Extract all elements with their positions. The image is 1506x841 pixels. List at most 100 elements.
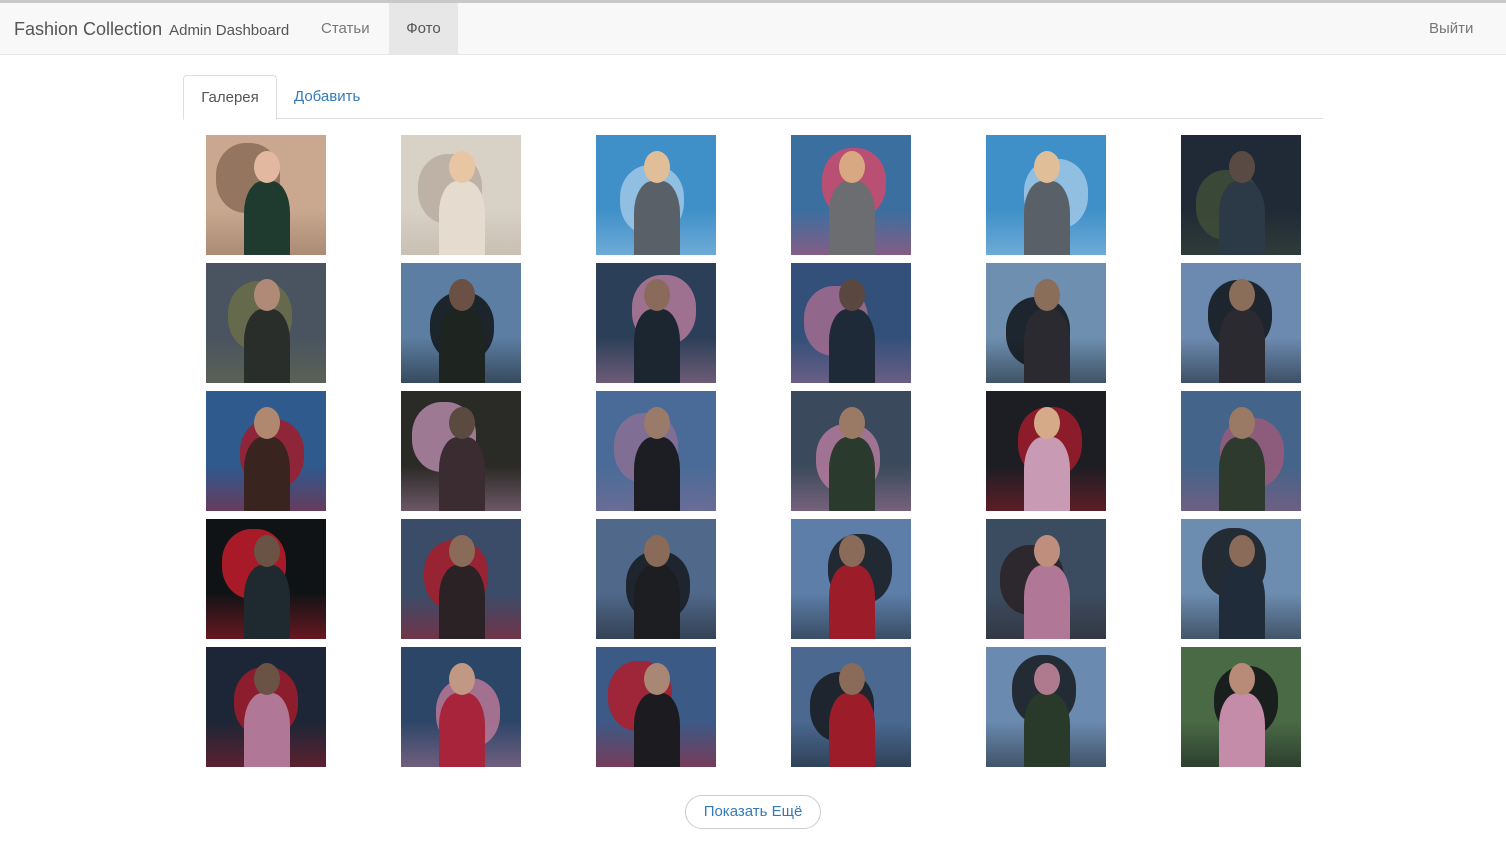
photo-figure-body — [244, 565, 290, 639]
photo-figure-body — [439, 437, 485, 511]
photo-figure-head — [254, 663, 280, 695]
photo-figure-body — [1219, 565, 1265, 639]
gallery-photo[interactable] — [401, 519, 521, 639]
photo-figure-head — [644, 663, 670, 695]
photo-figure-body — [439, 565, 485, 639]
photo-figure-body — [1024, 437, 1070, 511]
photo-figure-body — [439, 309, 485, 383]
photo-figure-head — [839, 663, 865, 695]
gallery-photo[interactable] — [1181, 391, 1301, 511]
gallery-photo[interactable] — [791, 647, 911, 767]
gallery-photo[interactable] — [206, 391, 326, 511]
photo-figure-head — [1229, 663, 1255, 695]
gallery-photo[interactable] — [986, 135, 1106, 255]
gallery-photo[interactable] — [596, 135, 716, 255]
gallery-photo[interactable] — [401, 135, 521, 255]
gallery-photo[interactable] — [596, 391, 716, 511]
photo-figure-body — [829, 693, 875, 767]
photo-figure-head — [1229, 407, 1255, 439]
photo-figure-body — [634, 309, 680, 383]
photo-figure-head — [449, 279, 475, 311]
gallery-photo[interactable] — [401, 263, 521, 383]
gallery-tabs: Галерея Добавить — [183, 75, 1323, 120]
nav-item-articles[interactable]: Статьи — [306, 3, 385, 55]
photo-figure-head — [839, 279, 865, 311]
photo-figure-head — [254, 279, 280, 311]
gallery-photo[interactable] — [401, 391, 521, 511]
photo-figure-body — [439, 181, 485, 255]
logout-link[interactable]: Выйти — [1414, 3, 1488, 55]
photo-figure-body — [1024, 181, 1070, 255]
photo-figure-body — [1024, 565, 1070, 639]
photo-figure-head — [254, 407, 280, 439]
gallery-photo[interactable] — [206, 519, 326, 639]
photo-figure-body — [634, 565, 680, 639]
photo-figure-body — [1024, 309, 1070, 383]
photo-figure-head — [254, 535, 280, 567]
gallery-photo[interactable] — [1181, 263, 1301, 383]
photo-figure-body — [1219, 693, 1265, 767]
gallery-photo[interactable] — [596, 647, 716, 767]
brand-subtitle: Admin Dashboard — [169, 22, 290, 39]
brand[interactable]: Fashion Collection Admin Dashboard — [14, 3, 289, 55]
photo-figure-head — [449, 663, 475, 695]
photo-figure-body — [634, 693, 680, 767]
gallery-photo[interactable] — [596, 263, 716, 383]
tab-add[interactable]: Добавить — [279, 75, 375, 119]
photo-figure-head — [449, 407, 475, 439]
photo-figure-body — [634, 181, 680, 255]
gallery-photo[interactable] — [206, 647, 326, 767]
photo-figure-body — [1219, 437, 1265, 511]
photo-gallery — [0, 0, 1506, 841]
gallery-photo[interactable] — [596, 519, 716, 639]
photo-figure-head — [1034, 535, 1060, 567]
gallery-photo[interactable] — [206, 263, 326, 383]
photo-figure-head — [1034, 663, 1060, 695]
tab-gallery[interactable]: Галерея — [183, 75, 277, 120]
photo-figure-body — [1219, 181, 1265, 255]
photo-figure-head — [1034, 407, 1060, 439]
gallery-photo[interactable] — [791, 263, 911, 383]
photo-figure-body — [1219, 309, 1265, 383]
photo-figure-body — [244, 181, 290, 255]
photo-figure-body — [829, 309, 875, 383]
photo-figure-head — [1034, 279, 1060, 311]
photo-figure-head — [1229, 151, 1255, 183]
photo-figure-head — [1229, 279, 1255, 311]
gallery-photo[interactable] — [1181, 647, 1301, 767]
gallery-photo[interactable] — [986, 519, 1106, 639]
gallery-photo[interactable] — [401, 647, 521, 767]
photo-figure-head — [644, 407, 670, 439]
photo-figure-head — [1229, 535, 1255, 567]
gallery-photo[interactable] — [1181, 519, 1301, 639]
photo-figure-body — [829, 437, 875, 511]
photo-figure-head — [449, 151, 475, 183]
show-more-button[interactable]: Показать Ещё — [685, 795, 821, 829]
photo-figure-body — [634, 437, 680, 511]
photo-figure-head — [1034, 151, 1060, 183]
photo-figure-body — [439, 693, 485, 767]
photo-figure-head — [839, 151, 865, 183]
gallery-photo[interactable] — [791, 391, 911, 511]
photo-figure-head — [644, 535, 670, 567]
photo-figure-head — [254, 151, 280, 183]
gallery-photo[interactable] — [791, 135, 911, 255]
gallery-photo[interactable] — [1181, 135, 1301, 255]
gallery-photo[interactable] — [986, 263, 1106, 383]
photo-figure-body — [829, 181, 875, 255]
photo-figure-body — [1024, 693, 1070, 767]
gallery-photo[interactable] — [206, 135, 326, 255]
top-navbar: Fashion Collection Admin Dashboard Стать… — [0, 0, 1506, 55]
photo-figure-body — [829, 565, 875, 639]
photo-figure-head — [839, 407, 865, 439]
photo-figure-body — [244, 693, 290, 767]
gallery-photo[interactable] — [986, 647, 1106, 767]
photo-figure-head — [644, 279, 670, 311]
nav-item-photo[interactable]: Фото — [389, 3, 458, 55]
photo-figure-head — [839, 535, 865, 567]
photo-figure-body — [244, 309, 290, 383]
photo-figure-head — [449, 535, 475, 567]
brand-title: Fashion Collection — [14, 19, 163, 39]
gallery-photo[interactable] — [791, 519, 911, 639]
gallery-photo[interactable] — [986, 391, 1106, 511]
